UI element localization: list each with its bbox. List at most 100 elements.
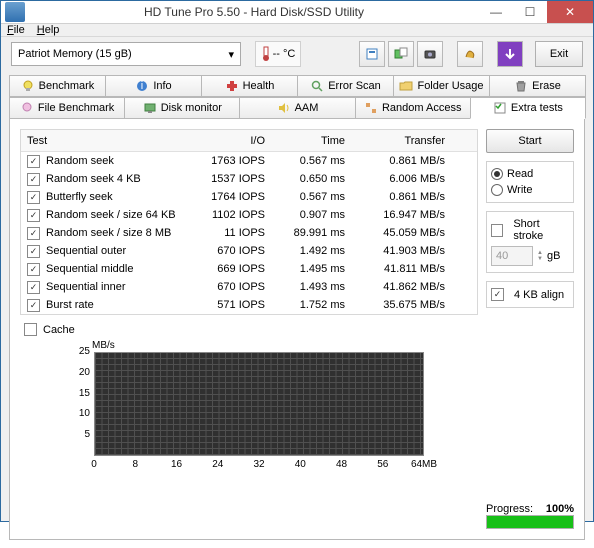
col-test[interactable]: Test: [21, 135, 191, 147]
menu-file[interactable]: File: [7, 24, 25, 36]
health-cross-icon: [225, 79, 239, 93]
short-stroke-checkbox[interactable]: [491, 224, 503, 237]
random-icon: [364, 101, 378, 115]
row-checkbox[interactable]: [27, 299, 40, 312]
row-checkbox[interactable]: [27, 227, 40, 240]
tab-benchmark[interactable]: Benchmark: [9, 75, 106, 97]
row-transfer: 41.811 MB/s: [351, 263, 451, 275]
tab-disk-monitor[interactable]: Disk monitor: [124, 97, 240, 119]
save-button[interactable]: [497, 41, 523, 67]
chart-xtick: 56: [377, 459, 388, 470]
row-time: 1.495 ms: [271, 263, 351, 275]
row-test-name: Butterfly seek: [46, 191, 113, 203]
tab-random-access[interactable]: Random Access: [355, 97, 471, 119]
transfer-chart: MB/s 5101520250816243240485664MB: [64, 340, 434, 470]
table-row[interactable]: Random seek1763 IOPS0.567 ms0.861 MB/s: [21, 152, 477, 170]
save-screenshot-button[interactable]: [417, 41, 443, 67]
chart-ytick: 15: [74, 388, 90, 399]
tab-row-2: File Benchmark Disk monitor AAM Random A…: [9, 97, 585, 119]
chart-xtick: 8: [132, 459, 138, 470]
tab-extra-tests[interactable]: Extra tests: [470, 97, 586, 119]
row-transfer: 35.675 MB/s: [351, 299, 451, 311]
progress-bar: [486, 515, 574, 529]
row-io: 1102 IOPS: [191, 209, 271, 221]
checklist-icon: [493, 101, 507, 115]
tab-error-scan[interactable]: Error Scan: [297, 75, 394, 97]
row-io: 1763 IOPS: [191, 155, 271, 167]
chart-ytick: 10: [74, 408, 90, 419]
row-time: 0.907 ms: [271, 209, 351, 221]
maximize-button[interactable]: ☐: [513, 1, 547, 23]
row-io: 670 IOPS: [191, 281, 271, 293]
table-row[interactable]: Sequential outer670 IOPS1.492 ms41.903 M…: [21, 242, 477, 260]
align-group: 4 KB align: [486, 281, 574, 308]
row-checkbox[interactable]: [27, 155, 40, 168]
col-transfer[interactable]: Transfer: [351, 135, 451, 147]
short-stroke-input[interactable]: 40: [491, 246, 533, 266]
info-icon: i: [135, 79, 149, 93]
row-checkbox[interactable]: [27, 281, 40, 294]
col-io[interactable]: I/O: [191, 135, 271, 147]
row-checkbox[interactable]: [27, 191, 40, 204]
menu-help[interactable]: Help: [37, 24, 60, 36]
col-time[interactable]: Time: [271, 135, 351, 147]
folder-icon: [399, 79, 413, 93]
row-test-name: Random seek 4 KB: [46, 173, 141, 185]
table-row[interactable]: Burst rate571 IOPS1.752 ms35.675 MB/s: [21, 296, 477, 314]
row-checkbox[interactable]: [27, 245, 40, 258]
exit-button[interactable]: Exit: [535, 41, 583, 67]
tab-health[interactable]: Health: [201, 75, 298, 97]
drive-select[interactable]: Patriot Memory (15 gB) ▾: [11, 42, 241, 66]
align-label: 4 KB align: [514, 289, 564, 301]
table-row[interactable]: Random seek 4 KB1537 IOPS0.650 ms6.006 M…: [21, 170, 477, 188]
table-row[interactable]: Random seek / size 8 MB11 IOPS89.991 ms4…: [21, 224, 477, 242]
stroke-unit: gB: [547, 250, 560, 262]
stroke-spinner[interactable]: ▲▼: [537, 250, 543, 262]
results-table: Test I/O Time Transfer Random seek1763 I…: [20, 129, 478, 315]
options-button[interactable]: [457, 41, 483, 67]
chart-ytick: 5: [74, 429, 90, 440]
row-time: 1.752 ms: [271, 299, 351, 311]
tab-info[interactable]: iInfo: [105, 75, 202, 97]
row-checkbox[interactable]: [27, 263, 40, 276]
tab-erase[interactable]: Erase: [489, 75, 586, 97]
row-checkbox[interactable]: [27, 209, 40, 222]
write-radio[interactable]: [491, 184, 503, 196]
table-row[interactable]: Sequential inner670 IOPS1.493 ms41.862 M…: [21, 278, 477, 296]
toolbar: Patriot Memory (15 gB) ▾ -- °C Exit: [1, 37, 593, 71]
row-checkbox[interactable]: [27, 173, 40, 186]
copy-info-button[interactable]: [359, 41, 385, 67]
close-button[interactable]: ✕: [547, 1, 593, 23]
row-test-name: Random seek / size 8 MB: [46, 227, 171, 239]
minimize-button[interactable]: —: [479, 1, 513, 23]
chevron-down-icon: ▾: [228, 48, 234, 61]
write-label: Write: [507, 184, 532, 196]
table-row[interactable]: Butterfly seek1764 IOPS0.567 ms0.861 MB/…: [21, 188, 477, 206]
temperature-readout: -- °C: [255, 41, 301, 67]
row-transfer: 16.947 MB/s: [351, 209, 451, 221]
chart-xtick: 48: [336, 459, 347, 470]
tab-aam[interactable]: AAM: [239, 97, 355, 119]
titlebar[interactable]: HD Tune Pro 5.50 - Hard Disk/SSD Utility…: [1, 1, 593, 24]
read-radio[interactable]: [491, 168, 503, 180]
bulb-icon: [21, 79, 35, 93]
trash-icon: [514, 79, 528, 93]
monitor-icon: [143, 101, 157, 115]
row-time: 0.567 ms: [271, 155, 351, 167]
table-row[interactable]: Random seek / size 64 KB1102 IOPS0.907 m…: [21, 206, 477, 224]
row-time: 1.492 ms: [271, 245, 351, 257]
svg-text:i: i: [141, 80, 143, 92]
progress-value: 100%: [546, 503, 574, 515]
start-button[interactable]: Start: [486, 129, 574, 153]
tab-file-benchmark[interactable]: File Benchmark: [9, 97, 125, 119]
cache-checkbox[interactable]: [24, 323, 37, 336]
window-title: HD Tune Pro 5.50 - Hard Disk/SSD Utility: [29, 5, 479, 19]
progress-label: Progress:: [486, 503, 533, 515]
align-checkbox[interactable]: [491, 288, 504, 301]
tab-folder-usage[interactable]: Folder Usage: [393, 75, 490, 97]
chart-xtick: 24: [212, 459, 223, 470]
copy-screenshot-button[interactable]: [388, 41, 414, 67]
cache-label: Cache: [43, 324, 75, 336]
row-transfer: 41.862 MB/s: [351, 281, 451, 293]
table-row[interactable]: Sequential middle669 IOPS1.495 ms41.811 …: [21, 260, 477, 278]
